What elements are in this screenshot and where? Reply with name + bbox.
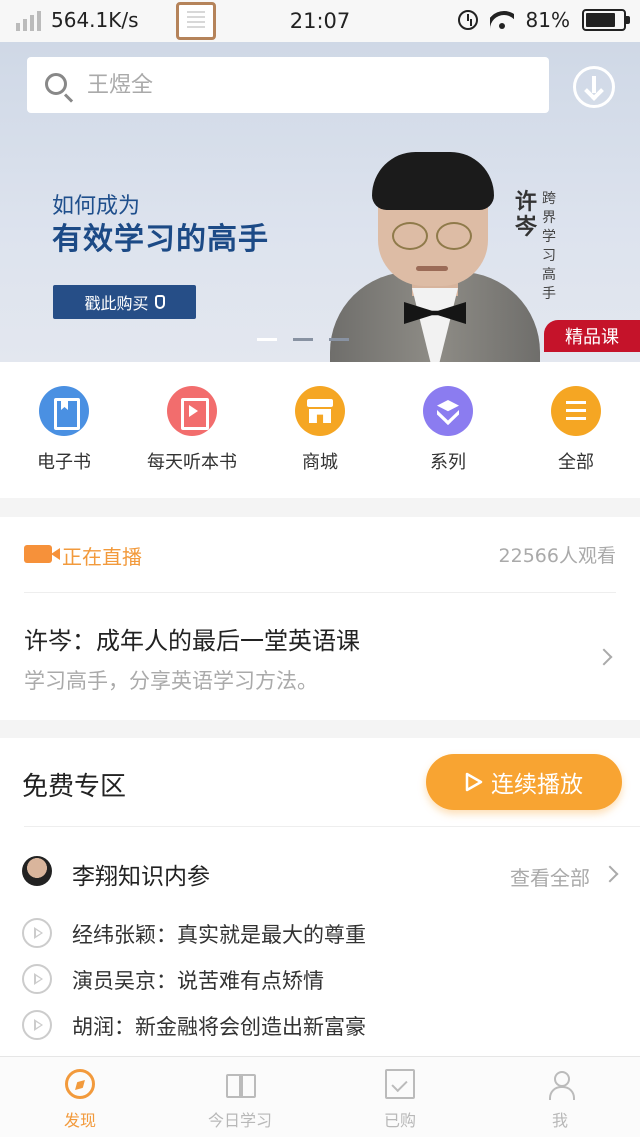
continuous-play-button[interactable]: 连续播放 (426, 754, 622, 810)
play-circle-icon[interactable] (22, 1010, 52, 1040)
carousel-dot (293, 338, 313, 341)
episode-item[interactable]: 胡润：新金融将会创造出新富豪 (22, 1008, 622, 1042)
episode-title: 演员吴京：说苦难有点矫情 (72, 969, 324, 993)
tab-purchased[interactable]: 已购 (320, 1069, 480, 1131)
category-label: 电子书 (37, 452, 91, 473)
category-label: 每天听本书 (147, 452, 237, 473)
tab-label: 今日学习 (207, 1111, 272, 1130)
compass-icon (65, 1069, 95, 1099)
speaker-tag: 跨界学习高手 (542, 191, 556, 302)
continuous-play-label: 连续播放 (491, 772, 583, 798)
category-ebook[interactable]: 电子书 (0, 386, 128, 474)
buy-button[interactable]: 戳此购买 (53, 285, 196, 319)
category-shop[interactable]: 商城 (256, 386, 384, 474)
see-all-link[interactable]: 查看全部 (510, 862, 590, 891)
free-zone-title: 免费专区 (22, 772, 127, 802)
status-right: 81% (457, 8, 630, 32)
bottom-tab-bar: 发现 今日学习 已购 我 (0, 1056, 640, 1137)
banner-title: 有效学习的高手 (52, 222, 269, 257)
live-description: 学习高手，分享英语学习方法。 (24, 669, 318, 693)
episode-item[interactable]: 经纬张颖：真实就是最大的尊重 (22, 916, 622, 950)
divider (24, 826, 640, 827)
battery-percent: 81% (525, 8, 570, 32)
play-icon (465, 772, 483, 792)
chevron-right-icon (601, 865, 619, 883)
tab-label: 我 (551, 1111, 568, 1130)
status-bar: 564.1K/s 21:07 81% (0, 0, 640, 42)
purchased-icon (385, 1069, 415, 1099)
free-zone: 免费专区 连续播放 李翔知识内参 查看全部 经纬张颖：真实就是最大的尊重 演员吴… (0, 738, 640, 1058)
speaker-name: 许岑 (514, 190, 537, 240)
category-series[interactable]: 系列 (384, 386, 512, 474)
live-title: 许岑：成年人的最后一堂英语课 (24, 627, 360, 655)
category-row: 电子书 每天听本书 商城 系列 全部 (0, 362, 640, 498)
tab-label: 发现 (63, 1111, 96, 1130)
tab-discover[interactable]: 发现 (0, 1069, 160, 1131)
speaker-photo (330, 152, 540, 362)
premium-badge: 精品课 (544, 320, 640, 352)
series-icon (423, 386, 473, 436)
live-viewer-count: 22566人观看 (498, 545, 616, 567)
episode-title: 胡润：新金融将会创造出新富豪 (72, 1015, 366, 1039)
tab-me[interactable]: 我 (480, 1069, 640, 1131)
live-header: 正在直播 22566人观看 (24, 541, 616, 593)
promo-banner[interactable]: 如何成为 有效学习的高手 戳此购买 许岑 跨界学习高手 精品课 (0, 42, 640, 362)
carousel-indicator (257, 338, 349, 341)
pointer-hand-icon (154, 295, 165, 309)
episode-item[interactable]: 演员吴京：说苦难有点矫情 (22, 962, 622, 996)
shop-icon (295, 386, 345, 436)
open-book-icon (225, 1069, 256, 1099)
ebook-icon (39, 386, 89, 436)
play-circle-icon[interactable] (22, 918, 52, 948)
carousel-dot (257, 338, 277, 341)
tab-label: 已购 (383, 1111, 416, 1130)
tab-today-study[interactable]: 今日学习 (160, 1069, 320, 1131)
wifi-icon (490, 11, 514, 29)
chevron-right-icon (595, 648, 613, 666)
column-title: 李翔知识内参 (72, 864, 210, 890)
episode-title: 经纬张颖：真实就是最大的尊重 (72, 923, 366, 947)
play-circle-icon[interactable] (22, 964, 52, 994)
listen-book-icon (167, 386, 217, 436)
live-section: 正在直播 22566人观看 许岑：成年人的最后一堂英语课 学习高手，分享英语学习… (0, 517, 640, 720)
search-input[interactable] (87, 67, 527, 103)
battery-icon (582, 9, 630, 31)
alarm-icon (457, 10, 478, 30)
live-label: 正在直播 (62, 545, 142, 569)
search-bar[interactable] (27, 57, 549, 113)
search-icon (45, 73, 67, 95)
profile-icon (545, 1069, 575, 1100)
buy-button-label: 戳此购买 (84, 294, 149, 313)
video-camera-icon (24, 545, 60, 563)
category-label: 全部 (558, 452, 594, 473)
category-label: 商城 (302, 452, 338, 473)
battery-fill (586, 13, 616, 27)
category-listen-book[interactable]: 每天听本书 (128, 386, 256, 474)
avatar (22, 856, 52, 886)
download-icon[interactable] (573, 66, 615, 108)
carousel-dot (329, 338, 349, 341)
category-label: 系列 (430, 452, 466, 473)
all-menu-icon (551, 386, 601, 436)
category-all[interactable]: 全部 (512, 386, 640, 474)
